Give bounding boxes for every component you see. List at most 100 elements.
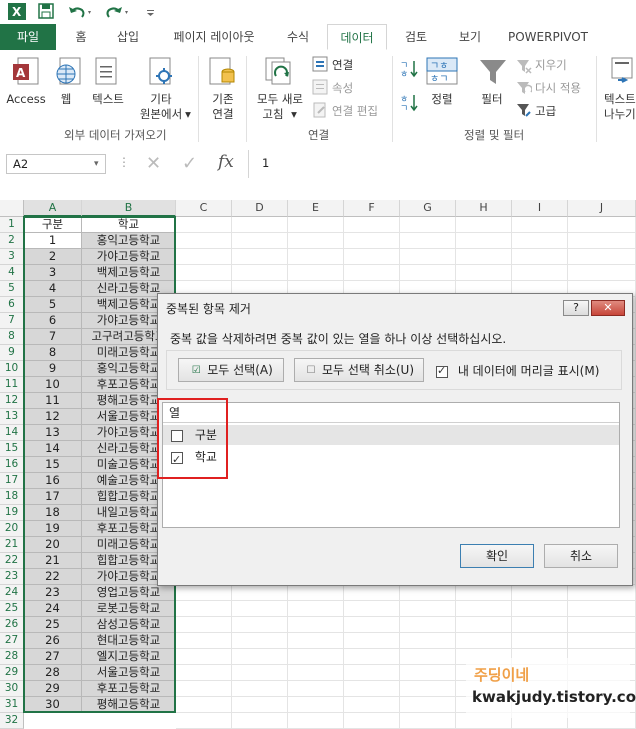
save-icon[interactable]	[38, 3, 54, 20]
connections-button[interactable]: 연결	[332, 57, 353, 73]
ok-button[interactable]: 확인	[460, 544, 534, 568]
row-header[interactable]: 2	[0, 233, 24, 249]
row-header[interactable]: 31	[0, 697, 24, 713]
row-header[interactable]: 17	[0, 473, 24, 489]
row-header[interactable]: 11	[0, 377, 24, 393]
row-header[interactable]: 18	[0, 489, 24, 505]
row-header[interactable]: 30	[0, 681, 24, 697]
tab-review[interactable]: 검토	[396, 24, 436, 50]
row-header[interactable]: 6	[0, 297, 24, 313]
text-file-icon[interactable]	[92, 56, 122, 88]
connections-icon[interactable]	[312, 56, 328, 72]
tab-insert[interactable]: 삽입	[108, 24, 148, 50]
row-header[interactable]: 4	[0, 265, 24, 281]
sort-ascending-icon[interactable]: ㄱ ㅎ	[400, 58, 420, 78]
row-header[interactable]: 16	[0, 457, 24, 473]
formula-input[interactable]: 1	[252, 154, 636, 176]
row-header[interactable]: 24	[0, 585, 24, 601]
row-header[interactable]: 29	[0, 665, 24, 681]
row-header[interactable]: 13	[0, 409, 24, 425]
cancel-button[interactable]: 취소	[544, 544, 618, 568]
row-header[interactable]: 5	[0, 281, 24, 297]
name-box[interactable]: A2	[6, 154, 106, 174]
row-header[interactable]: 1	[0, 217, 24, 233]
tab-home[interactable]: 홈	[66, 24, 96, 50]
tab-data[interactable]: 데이터	[327, 24, 387, 50]
text-to-columns-label-1[interactable]: 텍스트	[604, 92, 636, 106]
row-header[interactable]: 23	[0, 569, 24, 585]
tab-page-layout[interactable]: 페이지 레이아웃	[160, 24, 268, 50]
other-sources-label-2[interactable]: 원본에서	[136, 107, 186, 121]
row-header[interactable]: 3	[0, 249, 24, 265]
refresh-all-label-1[interactable]: 모두 새로	[252, 92, 308, 106]
column-header-e[interactable]: E	[288, 200, 344, 217]
cancel-icon[interactable]: ✕	[146, 153, 161, 174]
redo-icon[interactable]	[106, 3, 132, 20]
tab-view[interactable]: 보기	[450, 24, 490, 50]
row-header[interactable]: 12	[0, 393, 24, 409]
has-headers-option[interactable]: 내 데이터에 머리글 표시(M)	[436, 362, 599, 379]
insert-function-icon[interactable]: fx	[218, 152, 234, 172]
row-header[interactable]: 20	[0, 521, 24, 537]
row-header[interactable]: 32	[0, 713, 24, 729]
sort-icon[interactable]: ㄱㅎ ㅎㄱ	[426, 56, 458, 88]
enter-icon[interactable]: ✓	[182, 153, 197, 174]
row-header[interactable]: 28	[0, 649, 24, 665]
existing-connections-icon[interactable]	[208, 56, 238, 88]
dialog-title-bar[interactable]: 중복된 항목 제거 ? ✕	[158, 294, 632, 320]
row-header[interactable]: 25	[0, 601, 24, 617]
sort-descending-icon[interactable]: ㅎ ㄱ	[400, 92, 420, 112]
row-header[interactable]: 9	[0, 345, 24, 361]
access-icon[interactable]: A	[12, 56, 42, 88]
column-header-g[interactable]: G	[400, 200, 456, 217]
unselect-all-button[interactable]: ☐ 모두 선택 취소(U)	[294, 358, 424, 382]
tab-file[interactable]: 파일	[0, 24, 56, 50]
filter-button[interactable]: 필터	[476, 92, 508, 106]
undo-icon[interactable]	[68, 3, 94, 20]
row-header[interactable]: 27	[0, 633, 24, 649]
text-to-columns-label-2[interactable]: 나누기	[604, 107, 636, 121]
list-item-gubun[interactable]: 구분	[163, 425, 619, 445]
row-header[interactable]: 15	[0, 441, 24, 457]
row-header[interactable]: 26	[0, 617, 24, 633]
row-header[interactable]: 19	[0, 505, 24, 521]
other-sources-icon[interactable]	[146, 56, 176, 88]
sort-button[interactable]: 정렬	[426, 92, 458, 106]
row-header[interactable]: 10	[0, 361, 24, 377]
filter-icon[interactable]	[478, 56, 508, 88]
row-header[interactable]: 22	[0, 553, 24, 569]
row-header[interactable]: 21	[0, 537, 24, 553]
row-header[interactable]: 14	[0, 425, 24, 441]
advanced-filter-icon[interactable]	[516, 102, 532, 118]
row-header[interactable]: 7	[0, 313, 24, 329]
has-headers-checkbox[interactable]	[436, 364, 448, 378]
name-box-dropdown-icon[interactable]: ▾	[94, 159, 99, 169]
column-header-i[interactable]: I	[512, 200, 568, 217]
customize-qat-icon[interactable]	[146, 3, 156, 20]
tab-formulas[interactable]: 수식	[278, 24, 318, 50]
column-header-h[interactable]: H	[456, 200, 512, 217]
text-button[interactable]: 텍스트	[88, 92, 128, 106]
columns-list[interactable]: 열 구분 학교	[162, 402, 620, 528]
tab-powerpivot[interactable]: POWERPIVOT	[500, 24, 596, 50]
column-header-j[interactable]: J	[568, 200, 636, 217]
column-header-c[interactable]: C	[176, 200, 232, 217]
help-button[interactable]: ?	[563, 300, 589, 316]
text-to-columns-icon[interactable]	[610, 56, 636, 88]
existing-connections-label-1[interactable]: 기존	[204, 92, 242, 106]
row-header[interactable]: 8	[0, 329, 24, 345]
refresh-all-icon[interactable]	[264, 56, 296, 88]
column-header-d[interactable]: D	[232, 200, 288, 217]
select-all-corner[interactable]	[0, 200, 24, 217]
column-header-b[interactable]: B	[82, 200, 176, 217]
other-sources-label-1[interactable]: 기타	[136, 92, 186, 106]
access-button[interactable]: Access	[4, 92, 48, 106]
web-icon[interactable]	[54, 56, 84, 88]
select-all-button[interactable]: ☑ 모두 선택(A)	[178, 358, 284, 382]
existing-connections-label-2[interactable]: 연결	[204, 107, 242, 121]
list-item-school[interactable]: 학교	[163, 447, 619, 470]
refresh-all-label-2[interactable]: 고침	[256, 107, 290, 121]
column-header-f[interactable]: F	[344, 200, 400, 217]
close-button[interactable]: ✕	[591, 300, 625, 316]
web-button[interactable]: 웹	[54, 92, 78, 106]
